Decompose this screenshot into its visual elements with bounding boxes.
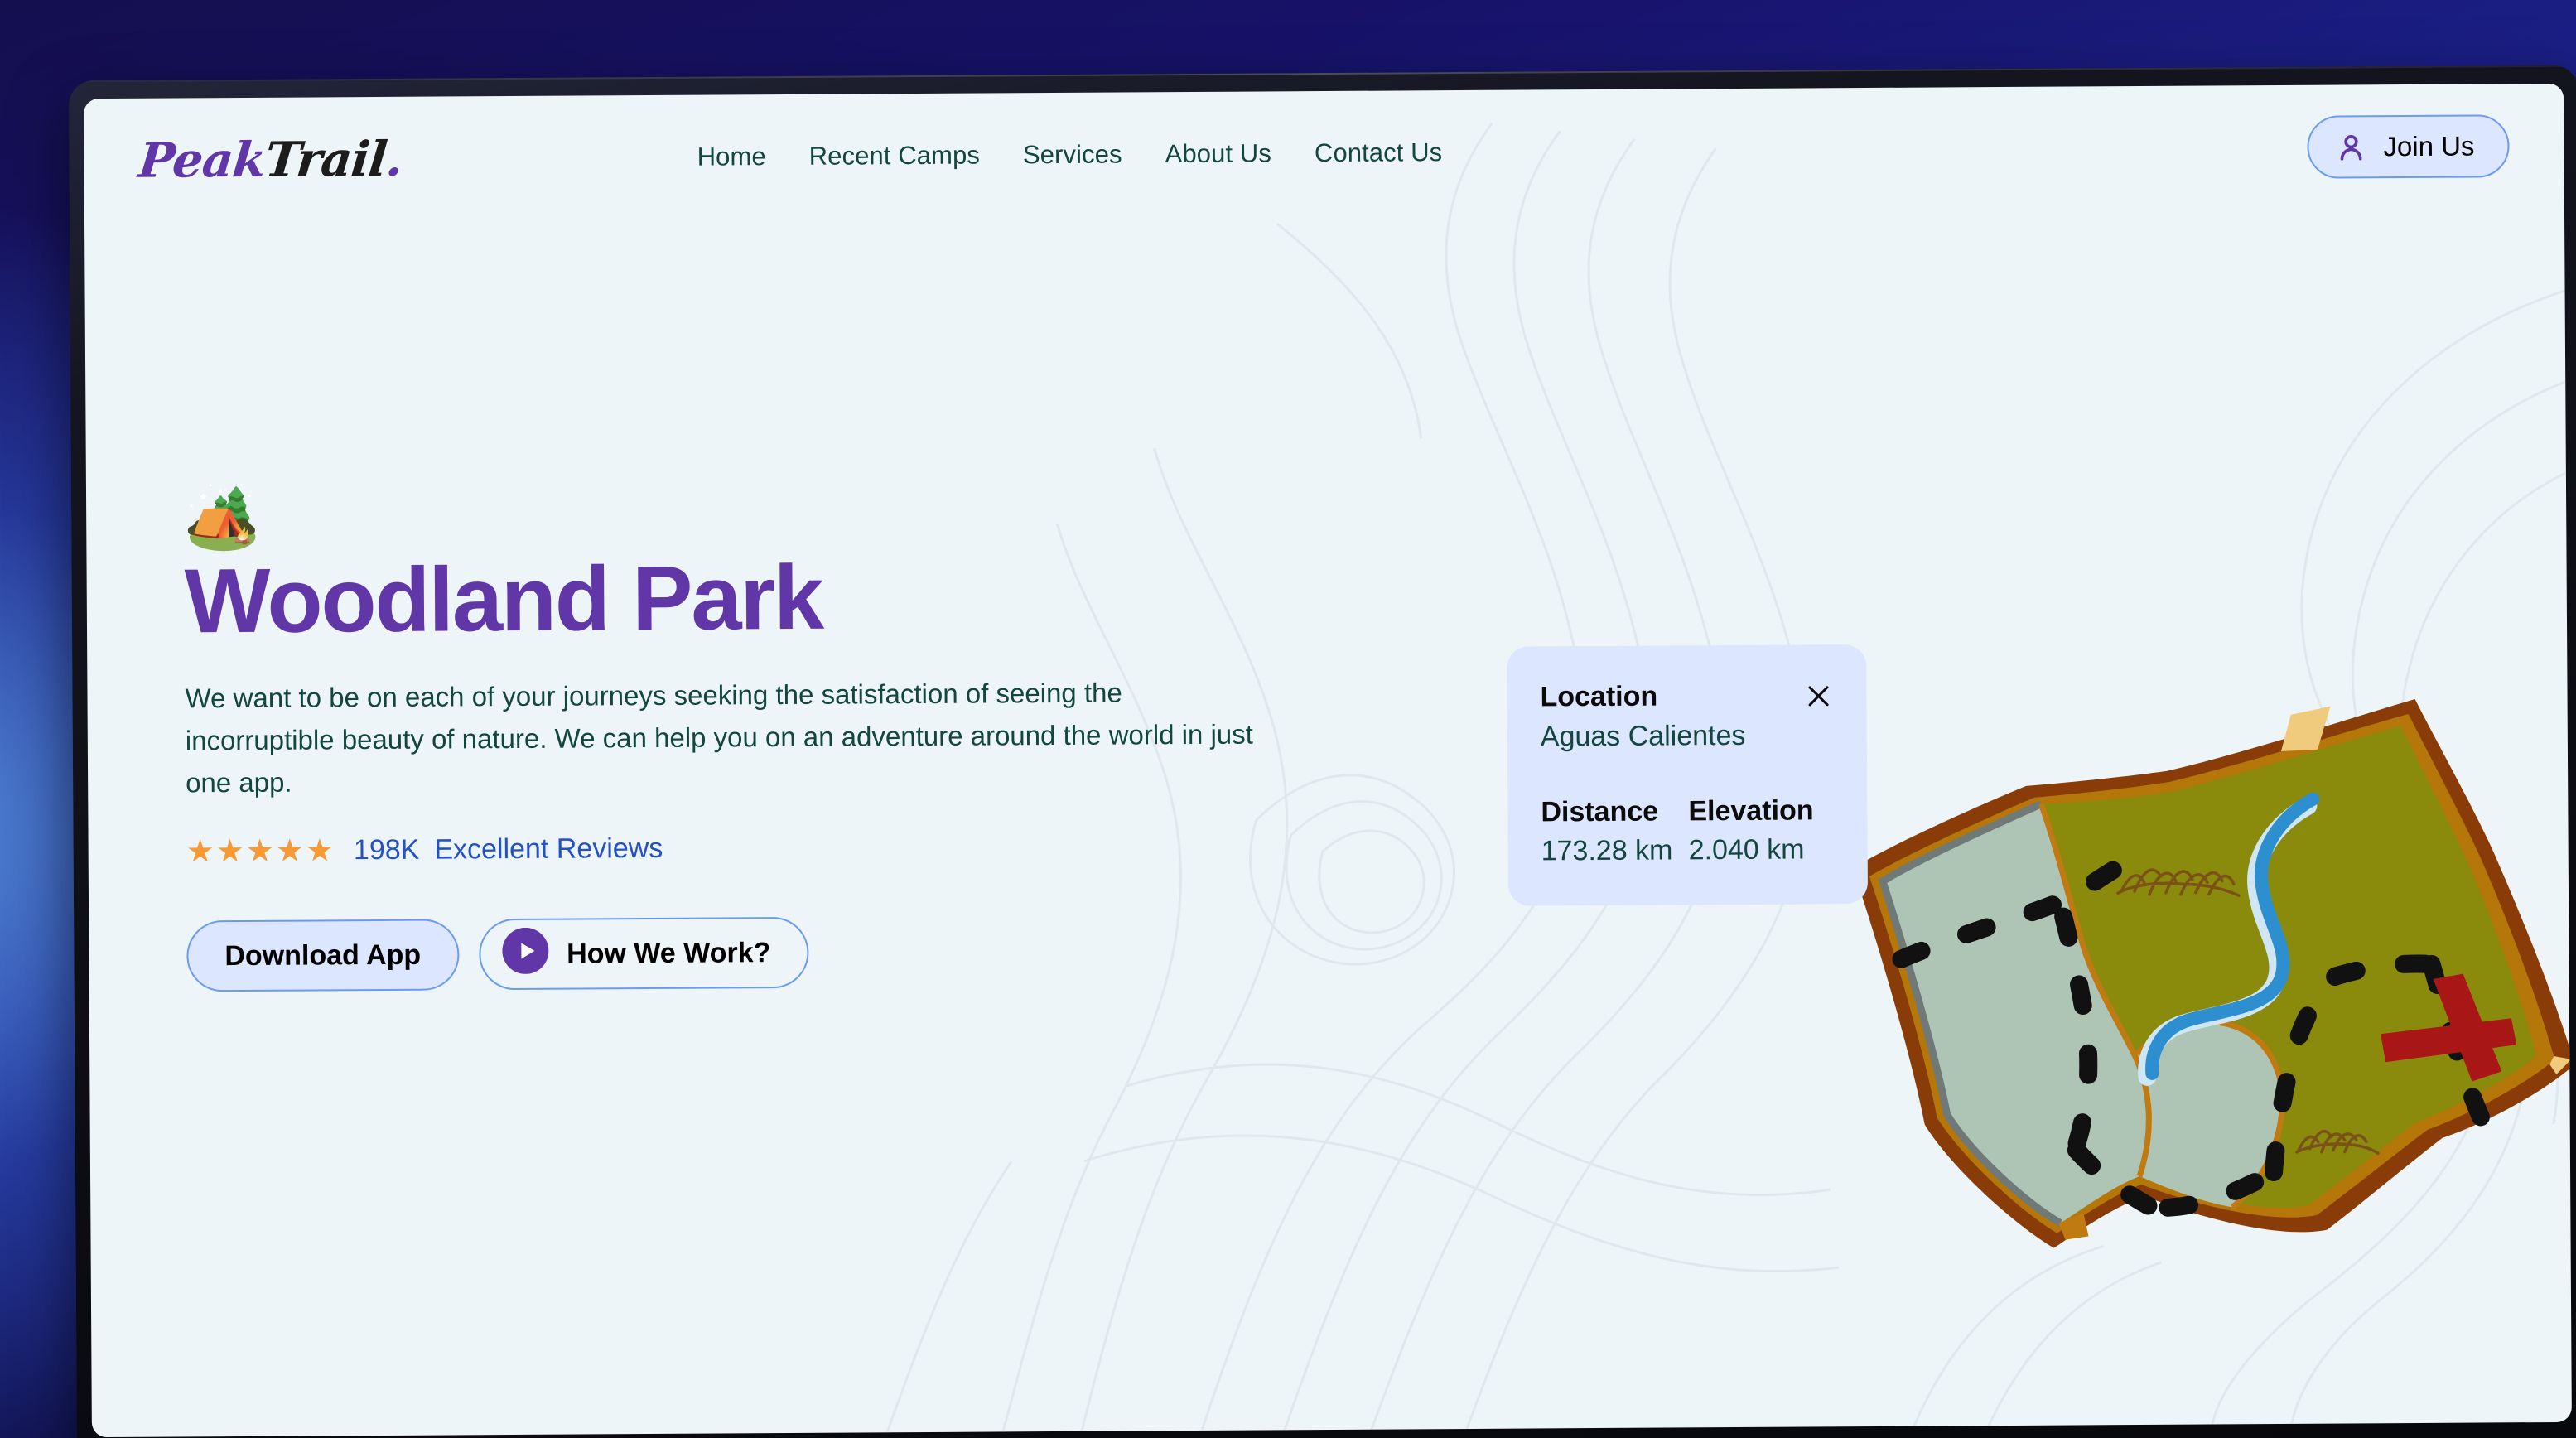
treasure-map-illustration xyxy=(1852,698,2572,1248)
reviews-count: 198K xyxy=(353,833,420,866)
info-card-metrics: Distance 173.28 km Elevation 2.040 km xyxy=(1541,794,1836,869)
hero-copy: 🏕️ Woodland Park We want to be on each o… xyxy=(184,480,1264,992)
play-icon xyxy=(502,927,549,981)
distance-value: 173.28 km xyxy=(1541,834,1673,867)
nav-item-about-us[interactable]: About Us xyxy=(1144,138,1294,169)
how-we-work-label: How We Work? xyxy=(567,936,771,970)
cta-row: Download App How We Work? xyxy=(186,914,1264,992)
distance-label: Distance xyxy=(1541,795,1659,828)
brand-logo[interactable]: PeakTrail. xyxy=(136,131,405,189)
brand-logo-peak: Peak xyxy=(136,131,268,189)
nav-item-services[interactable]: Services xyxy=(1001,139,1144,170)
join-us-label: Join Us xyxy=(2383,130,2475,162)
reviews-label: Excellent Reviews xyxy=(434,832,663,866)
metric-distance: Distance 173.28 km xyxy=(1541,795,1689,869)
hero-description: We want to be on each of your journeys s… xyxy=(185,677,1253,799)
page-title: Woodland Park xyxy=(184,546,823,653)
how-we-work-button[interactable]: How We Work? xyxy=(478,916,809,991)
close-icon[interactable] xyxy=(1802,679,1835,712)
site-header: PeakTrail. Home Recent Camps Services Ab… xyxy=(84,84,2564,223)
browser-viewport: PeakTrail. Home Recent Camps Services Ab… xyxy=(84,83,2572,1438)
desktop-backdrop: PeakTrail. Home Recent Camps Services Ab… xyxy=(0,0,2576,1438)
camping-tent-icon: 🏕️ xyxy=(183,482,261,553)
download-app-label: Download App xyxy=(224,939,422,972)
download-app-button[interactable]: Download App xyxy=(186,919,460,992)
device-bezel-highlight xyxy=(68,65,2576,83)
device-frame: PeakTrail. Home Recent Camps Services Ab… xyxy=(68,65,2576,1438)
elevation-label: Elevation xyxy=(1688,794,1814,828)
hero-section: 🏕️ Woodland Park We want to be on each o… xyxy=(84,84,2572,1437)
location-label: Location xyxy=(1540,680,1658,713)
star-rating-icon: ★★★★★ xyxy=(186,832,336,869)
location-info-card: Location Aguas Calientes Distance 173.28… xyxy=(1507,644,1869,906)
nav-item-home[interactable]: Home xyxy=(676,142,788,172)
reviews-row: ★★★★★ 198K Excellent Reviews xyxy=(186,828,1263,869)
nav-item-recent-camps[interactable]: Recent Camps xyxy=(788,140,1001,171)
location-value: Aguas Calientes xyxy=(1540,719,1746,753)
brand-logo-trail: Trail xyxy=(262,130,389,188)
info-card-header: Location xyxy=(1540,679,1835,714)
main-nav: Home Recent Camps Services About Us Cont… xyxy=(676,138,1464,172)
nav-item-contact-us[interactable]: Contact Us xyxy=(1293,138,1464,168)
elevation-value: 2.040 km xyxy=(1688,833,1805,866)
join-us-button[interactable]: Join Us xyxy=(2307,114,2510,179)
user-icon xyxy=(2335,131,2366,162)
metric-elevation: Elevation 2.040 km xyxy=(1688,794,1836,868)
